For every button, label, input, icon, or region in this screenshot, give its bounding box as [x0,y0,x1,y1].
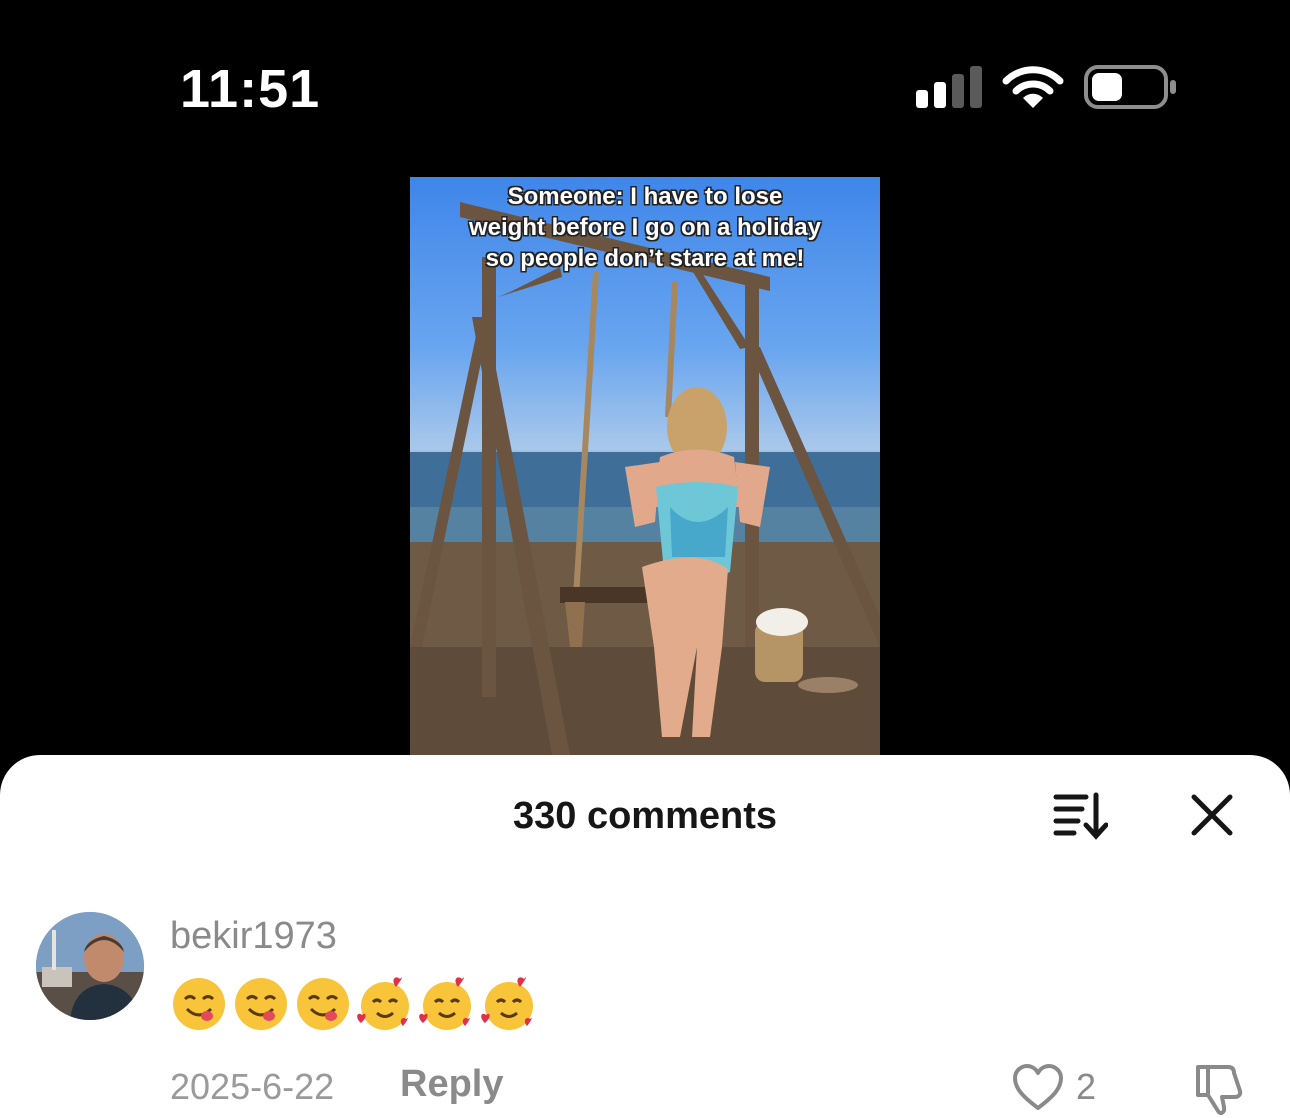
yum-face-emoji [235,978,287,1030]
status-time: 11:51 [180,59,321,119]
sort-icon[interactable] [1052,791,1108,841]
hearts-face-emoji [481,977,533,1030]
comments-sheet: 330 comments bekir1973 2025-6-22 Reply 2 [0,755,1290,1118]
avatar[interactable] [36,912,144,1020]
yum-face-emoji [297,978,349,1030]
wifi-icon [1002,66,1064,108]
hearts-face-emoji [357,977,409,1030]
comment-text [170,975,538,1035]
like-count: 2 [1076,1066,1097,1107]
video-player[interactable]: Someone: I have to lose weight before I … [410,177,880,755]
hearts-face-emoji [419,977,471,1030]
comment-item: bekir1973 2025-6-22 Reply 2 [0,905,1290,1118]
thumbs-down-icon[interactable] [1190,1061,1246,1117]
cellular-signal-icon [916,66,982,108]
comment-username[interactable]: bekir1973 [170,915,337,958]
battery-icon [1084,65,1176,109]
close-icon[interactable] [1190,793,1234,837]
heart-icon[interactable] [1012,1063,1064,1113]
comment-date: 2025-6-22 [170,1066,335,1107]
status-bar: 11:51 [0,0,1290,150]
reply-button[interactable]: Reply [400,1063,503,1106]
yum-face-emoji [173,978,225,1030]
video-caption: Someone: I have to lose weight before I … [468,183,822,272]
